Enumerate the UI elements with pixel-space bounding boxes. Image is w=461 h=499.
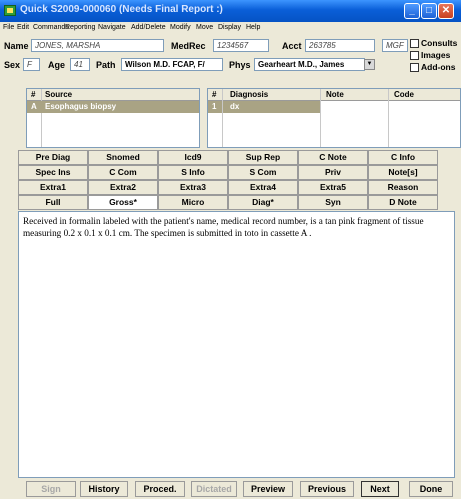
- tab-full[interactable]: Full: [18, 195, 88, 210]
- source-col-source: Source: [45, 90, 73, 99]
- tab-c-com[interactable]: C Com: [88, 165, 158, 180]
- tab-gross[interactable]: Gross*: [88, 195, 158, 210]
- close-button[interactable]: ✕: [438, 3, 454, 19]
- age-field[interactable]: 41: [70, 58, 90, 71]
- next-button[interactable]: Next: [361, 481, 399, 497]
- maximize-button[interactable]: □: [421, 3, 437, 19]
- consults-checkbox[interactable]: [410, 39, 419, 48]
- consults-label: Consults: [421, 38, 458, 48]
- source-row-num: A: [31, 102, 37, 111]
- tab-extra1[interactable]: Extra1: [18, 180, 88, 195]
- sign-button[interactable]: Sign: [26, 481, 76, 497]
- menu-edit[interactable]: Edit: [17, 24, 29, 31]
- menu-commands[interactable]: Commands: [33, 24, 69, 31]
- diagnosis-grid-header: # Diagnosis Note Code: [208, 89, 460, 101]
- history-button[interactable]: History: [80, 481, 128, 497]
- menu-add-delete[interactable]: Add/Delete: [131, 24, 166, 31]
- chevron-down-icon[interactable]: ▼: [364, 59, 375, 70]
- tab-notes[interactable]: Note[s]: [368, 165, 438, 180]
- tab-reason[interactable]: Reason: [368, 180, 438, 195]
- preview-button[interactable]: Preview: [243, 481, 293, 497]
- diagnosis-col-code: Code: [394, 90, 414, 99]
- tab-c-note[interactable]: C Note: [298, 150, 368, 165]
- diagnosis-row-num-cell[interactable]: 1: [208, 101, 222, 113]
- age-label: Age: [48, 60, 66, 70]
- diagnosis-row[interactable]: dx: [223, 101, 320, 113]
- medrec-field[interactable]: 1234567: [213, 39, 269, 52]
- tab-c-info[interactable]: C Info: [368, 150, 438, 165]
- sex-field[interactable]: F: [23, 58, 40, 71]
- menu-modify[interactable]: Modify: [170, 24, 191, 31]
- tab-snomed[interactable]: Snomed: [88, 150, 158, 165]
- name-label: Name: [4, 41, 29, 51]
- source-col-num: #: [31, 90, 36, 99]
- menu-navigate[interactable]: Navigate: [98, 24, 126, 31]
- tab-sup-rep[interactable]: Sup Rep: [228, 150, 298, 165]
- app-icon: [4, 5, 16, 16]
- addons-label: Add-ons: [421, 62, 456, 72]
- diagnosis-row-text: dx: [230, 102, 240, 111]
- tab-spec-ins[interactable]: Spec Ins: [18, 165, 88, 180]
- tab-micro[interactable]: Micro: [158, 195, 228, 210]
- pathologist-field[interactable]: Wilson M.D. FCAP, F/: [121, 58, 223, 71]
- name-field[interactable]: JONES, MARSHA: [31, 39, 164, 52]
- tab-pre-diag[interactable]: Pre Diag: [18, 150, 88, 165]
- previous-button[interactable]: Previous: [300, 481, 354, 497]
- proced-button[interactable]: Proced.: [135, 481, 185, 497]
- diagnosis-row-num: 1: [212, 102, 217, 111]
- diagnosis-col-num: #: [212, 90, 217, 99]
- tab-extra5[interactable]: Extra5: [298, 180, 368, 195]
- images-checkbox[interactable]: [410, 51, 419, 60]
- menu-display[interactable]: Display: [218, 24, 241, 31]
- medrec-label: MedRec: [171, 41, 206, 51]
- acct-label: Acct: [282, 41, 302, 51]
- menu-reporting[interactable]: Reporting: [65, 24, 95, 31]
- physician-dropdown[interactable]: Gearheart M.D., James: [254, 58, 365, 71]
- source-row-source: Esophagus biopsy: [45, 102, 117, 111]
- diagnosis-col-diagnosis: Diagnosis: [230, 90, 269, 99]
- minimize-button[interactable]: _: [404, 3, 420, 19]
- source-grid: # Source A Esophagus biopsy: [26, 88, 200, 148]
- source-grid-header: # Source: [27, 89, 199, 101]
- mgf-field[interactable]: MGF: [382, 39, 408, 52]
- diagnosis-grid: # Diagnosis Note Code 1 dx: [207, 88, 461, 148]
- tab-extra4[interactable]: Extra4: [228, 180, 298, 195]
- title-bar: Quick S2009-000060 (Needs Final Report :…: [0, 0, 461, 22]
- app-window: Quick S2009-000060 (Needs Final Report :…: [0, 0, 461, 499]
- tab-priv[interactable]: Priv: [298, 165, 368, 180]
- addons-checkbox[interactable]: [410, 63, 419, 72]
- diagnosis-col-note: Note: [326, 90, 344, 99]
- done-button[interactable]: Done: [409, 481, 453, 497]
- tab-syn[interactable]: Syn: [298, 195, 368, 210]
- acct-field[interactable]: 263785: [305, 39, 375, 52]
- menu-bar: File Edit Commands Reporting Navigate Ad…: [0, 22, 461, 36]
- menu-move[interactable]: Move: [196, 24, 213, 31]
- menu-help[interactable]: Help: [246, 24, 260, 31]
- tab-extra2[interactable]: Extra2: [88, 180, 158, 195]
- tab-extra3[interactable]: Extra3: [158, 180, 228, 195]
- section-tabs: Pre Diag Snomed Icd9 Sup Rep C Note C In…: [18, 150, 438, 210]
- tab-s-com[interactable]: S Com: [228, 165, 298, 180]
- gross-description-editor[interactable]: Received in formalin labeled with the pa…: [18, 211, 455, 478]
- tab-diag[interactable]: Diag*: [228, 195, 298, 210]
- source-row[interactable]: A Esophagus biopsy: [27, 101, 199, 113]
- dictated-button[interactable]: Dictated: [191, 481, 237, 497]
- images-label: Images: [421, 50, 451, 60]
- menu-file[interactable]: File: [3, 24, 14, 31]
- tab-s-info[interactable]: S Info: [158, 165, 228, 180]
- sex-label: Sex: [4, 60, 21, 70]
- tab-icd9[interactable]: Icd9: [158, 150, 228, 165]
- tab-d-note[interactable]: D Note: [368, 195, 438, 210]
- path-label: Path: [96, 60, 116, 70]
- phys-label: Phys: [229, 60, 251, 70]
- window-title: Quick S2009-000060 (Needs Final Report :…: [20, 4, 223, 15]
